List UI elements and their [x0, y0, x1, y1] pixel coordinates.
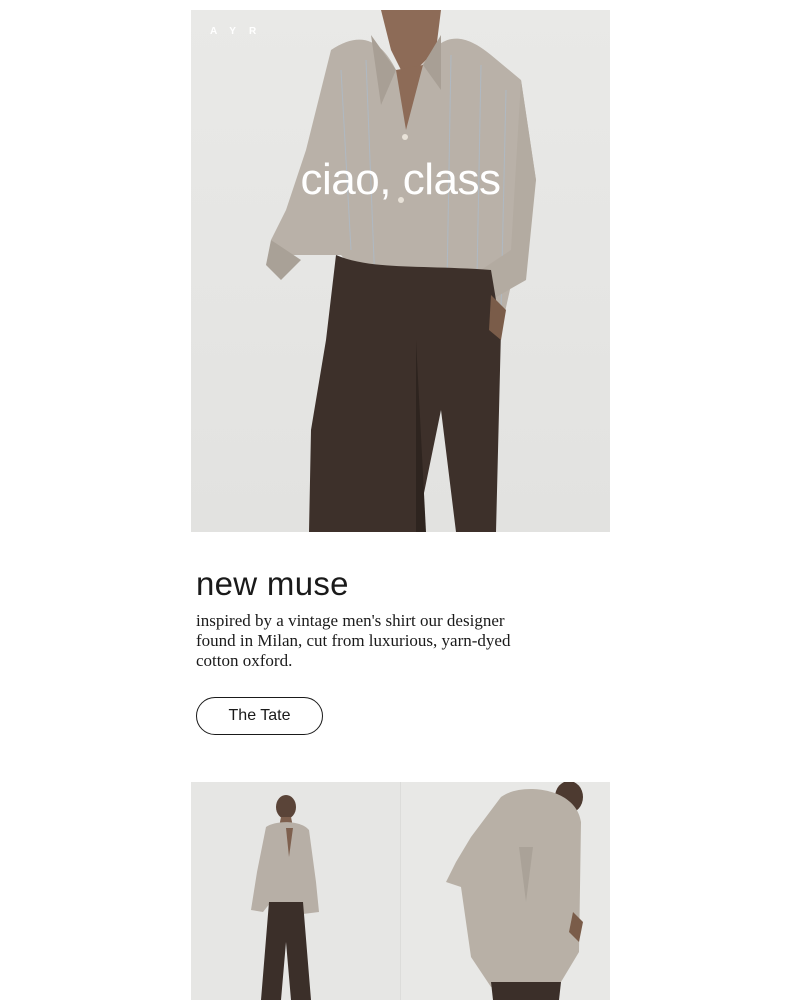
section-title: new muse — [196, 565, 349, 602]
hero-headline: ciao, class — [300, 155, 501, 204]
model-back-figure — [446, 782, 583, 1000]
section-description: inspired by a vintage men's shirt our de… — [196, 611, 511, 670]
product-back-photo[interactable] — [400, 782, 610, 1000]
shop-the-tate-button[interactable]: The Tate — [196, 697, 323, 735]
model-front-figure — [251, 795, 319, 1000]
hero-image[interactable]: AYR ciao, class — [191, 10, 610, 532]
product-front-photo[interactable] — [191, 782, 400, 1000]
brand-logo[interactable]: AYR — [210, 26, 269, 37]
feature-section: new muse inspired by a vintage men's shi… — [196, 565, 556, 671]
product-gallery — [191, 782, 610, 1000]
hero-model-photo — [266, 10, 536, 532]
